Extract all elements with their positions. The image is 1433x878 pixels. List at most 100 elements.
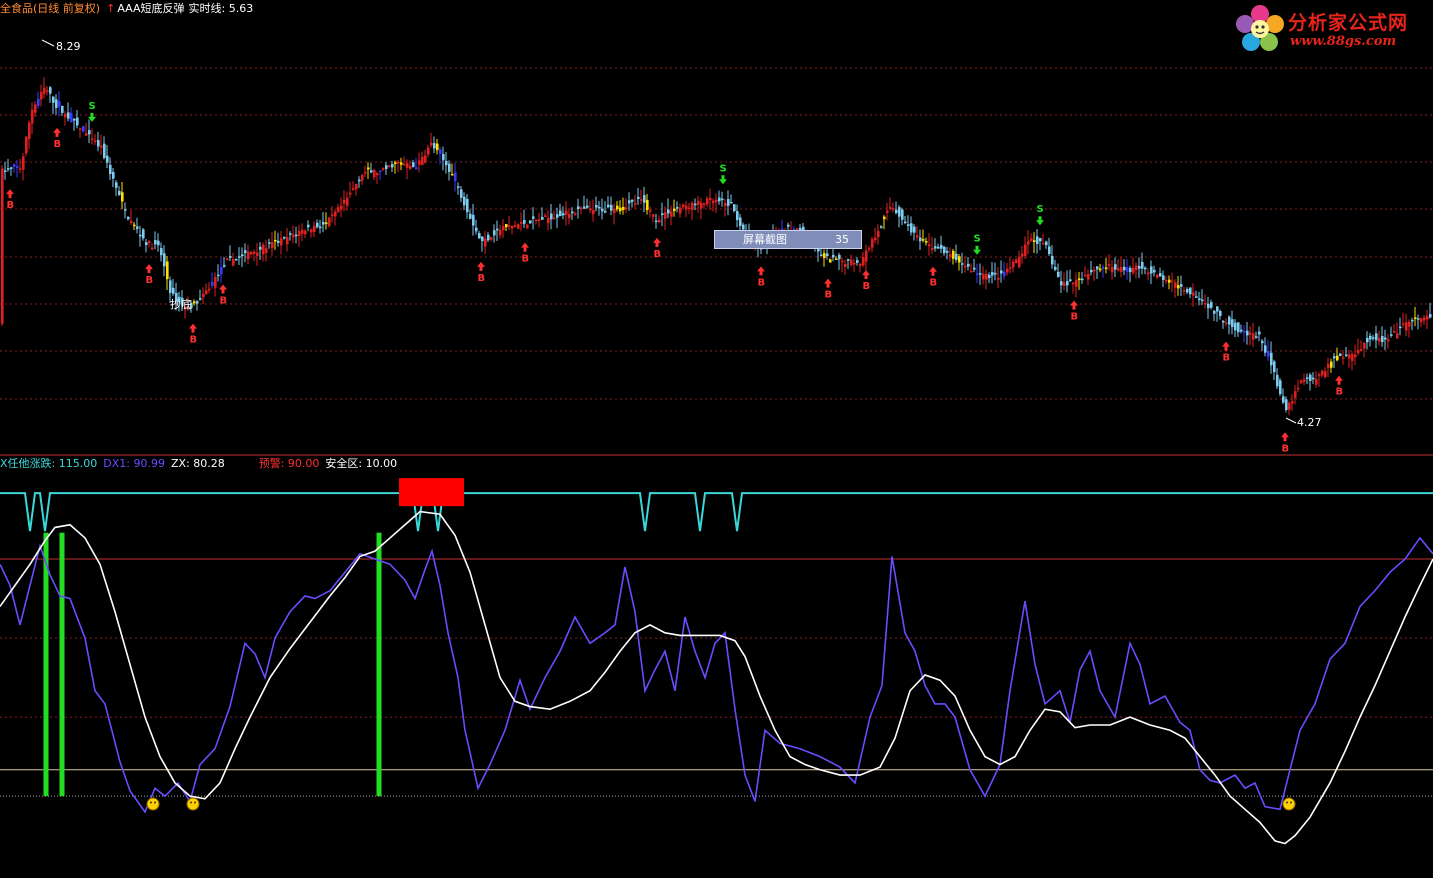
candle-body <box>694 203 697 206</box>
candle-body <box>829 259 832 263</box>
buy-arrow-icon <box>219 284 227 294</box>
stock-chart[interactable]: B B B B B B B B B B B B B B B B S S S S 8.29 4.27 抄底 <box>0 0 1433 878</box>
candle-body <box>1147 272 1150 275</box>
candle-body <box>1126 267 1129 272</box>
candle-body <box>10 167 13 169</box>
candle-body <box>160 248 163 256</box>
candle-body <box>1312 377 1315 380</box>
candle-body <box>886 210 889 213</box>
candle-body <box>103 143 106 159</box>
candle-body <box>1102 266 1105 269</box>
screenshot-label: 屏幕截图 <box>743 233 787 246</box>
candle-body <box>1216 306 1219 312</box>
candle-body <box>1381 335 1384 343</box>
candle-body <box>1054 266 1057 270</box>
buy-signal-label: B <box>522 254 530 265</box>
candle-body <box>1198 298 1201 301</box>
candle-body <box>706 198 709 205</box>
candle-body <box>109 164 112 175</box>
candle-body <box>1048 246 1051 255</box>
candle-body <box>1162 275 1165 281</box>
candle-body <box>919 237 922 242</box>
candle-body <box>943 246 946 254</box>
candle-body <box>733 204 736 212</box>
candle-body <box>511 225 514 229</box>
candle-body <box>1237 322 1240 333</box>
candle-body <box>58 101 61 107</box>
candle-body <box>619 207 622 212</box>
candle-body <box>1246 330 1249 336</box>
candle-body <box>709 198 712 200</box>
buy-arrow-icon <box>1070 300 1078 310</box>
smiley-eye <box>194 801 196 804</box>
candle-body <box>229 256 232 258</box>
candle-body <box>1276 374 1279 387</box>
candle-body <box>1243 331 1246 333</box>
buy-arrow-icon <box>1335 375 1343 385</box>
candle-body <box>844 263 847 267</box>
candle-body <box>517 224 520 229</box>
candle-body <box>1225 322 1228 324</box>
candle-body <box>715 199 718 203</box>
candle-body <box>265 248 268 253</box>
candle-body <box>148 240 151 243</box>
indicator-value: : 115.00 <box>51 457 98 470</box>
buy-signal-bar <box>376 532 382 797</box>
candle-body <box>1423 317 1426 321</box>
candle-body <box>1174 282 1177 288</box>
candle-body <box>232 259 235 266</box>
candle-body <box>556 214 559 218</box>
candle-body <box>1306 377 1309 379</box>
candle-body <box>661 213 664 216</box>
candle-body <box>937 246 940 249</box>
candle-body <box>466 198 469 213</box>
candle-body <box>157 240 160 246</box>
warn-value: 预警: 90.00 <box>258 457 320 470</box>
logo-title: 分析家公式网 <box>1288 12 1409 34</box>
site-logo[interactable]: 分析家公式网 www.88gs.com <box>1232 2 1430 54</box>
candle-body <box>991 272 994 276</box>
candle-body <box>595 204 598 208</box>
candle-body <box>862 257 865 266</box>
candle-body <box>1231 319 1234 328</box>
candle-body <box>1135 265 1138 271</box>
candle-body <box>361 174 364 181</box>
candle-body <box>100 145 103 148</box>
candle-body <box>739 217 742 227</box>
candle-body <box>1351 354 1354 362</box>
candle-body <box>64 113 67 118</box>
candle-body <box>406 163 409 168</box>
candle-body <box>901 209 904 220</box>
screenshot-button[interactable]: 屏幕截图 35 <box>714 230 862 249</box>
candle-body <box>559 210 562 217</box>
candle-body <box>490 237 493 240</box>
candle-body <box>850 259 853 266</box>
smiley-face-icon <box>186 797 200 811</box>
candle-body <box>1414 317 1417 320</box>
stock-title: 全食品(日线 前复权) <box>0 2 101 15</box>
candle-body <box>934 246 937 249</box>
candle-body <box>1333 356 1336 359</box>
candle-body <box>1195 296 1198 298</box>
top-signal-line <box>0 492 1433 532</box>
candle-body <box>568 213 571 219</box>
candle-body <box>73 118 76 121</box>
candle-body <box>976 273 979 275</box>
sell-signal-label: S <box>1037 204 1044 215</box>
candle-body <box>1210 302 1213 308</box>
buy-signal-label: B <box>1223 353 1231 364</box>
candle-body <box>1015 259 1018 264</box>
candle-body <box>913 226 916 233</box>
candle-body <box>565 210 568 215</box>
candle-body <box>433 143 436 149</box>
smiley-face-icon <box>1282 797 1296 811</box>
candle-body <box>874 237 877 241</box>
candle-body <box>1180 284 1183 287</box>
candle-body <box>643 195 646 203</box>
candle-body <box>1393 331 1396 333</box>
candle-body <box>1363 342 1366 349</box>
candle-body <box>487 234 490 241</box>
sell-signal-label: S <box>89 101 96 112</box>
candle-body <box>616 205 619 210</box>
candle-body <box>1213 310 1216 314</box>
